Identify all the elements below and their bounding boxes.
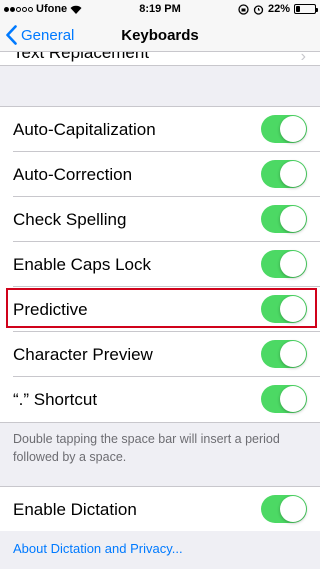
setting-row-period-shortcut: “.” Shortcut [0,377,320,422]
keyboard-toggles-group: Auto-Capitalization Auto-Correction Chec… [0,106,320,423]
auto-capitalization-toggle[interactable] [261,115,307,143]
page-title: Keyboards [121,27,199,44]
period-shortcut-toggle[interactable] [261,385,307,413]
setting-label: Auto-Correction [13,164,133,184]
setting-label: Enable Caps Lock [13,254,151,274]
setting-row-auto-correction: Auto-Correction [0,152,320,197]
setting-row-character-preview: Character Preview [0,332,320,377]
setting-row-check-spelling: Check Spelling [0,197,320,242]
alarm-icon [253,4,264,15]
about-dictation-row: About Dictation and Privacy... [0,531,320,569]
text-replacement-row[interactable]: Text Replacement › [0,52,320,66]
status-right: 22% [238,3,318,15]
about-dictation-link[interactable]: About Dictation and Privacy... [13,541,183,556]
predictive-toggle[interactable] [261,295,307,323]
setting-label: Enable Dictation [13,499,137,519]
status-bar: Ufone 8:19 PM 22% [0,0,320,20]
setting-label: Predictive [13,299,88,319]
setting-row-enable-caps-lock: Enable Caps Lock [0,242,320,287]
navigation-bar: General Keyboards [0,20,320,52]
text-replacement-label: Text Replacement [13,52,150,62]
battery-percent: 22% [267,3,290,15]
auto-correction-toggle[interactable] [261,160,307,188]
setting-label: Character Preview [13,344,153,364]
orientation-lock-icon [238,3,249,15]
character-preview-toggle[interactable] [261,340,307,368]
setting-label: Check Spelling [13,209,127,229]
dictation-group: Enable Dictation [0,486,320,533]
chevron-right-icon: › [300,52,306,65]
shortcut-footer-note: Double tapping the space bar will insert… [13,432,280,464]
battery-icon [294,4,318,14]
setting-row-enable-dictation: Enable Dictation [0,487,320,532]
check-spelling-toggle[interactable] [261,205,307,233]
setting-row-auto-capitalization: Auto-Capitalization [0,107,320,152]
enable-caps-lock-toggle[interactable] [261,250,307,278]
enable-dictation-toggle[interactable] [261,495,307,523]
setting-label: Auto-Capitalization [13,119,156,139]
setting-label: “.” Shortcut [13,389,98,409]
setting-row-predictive: Predictive [0,287,320,332]
